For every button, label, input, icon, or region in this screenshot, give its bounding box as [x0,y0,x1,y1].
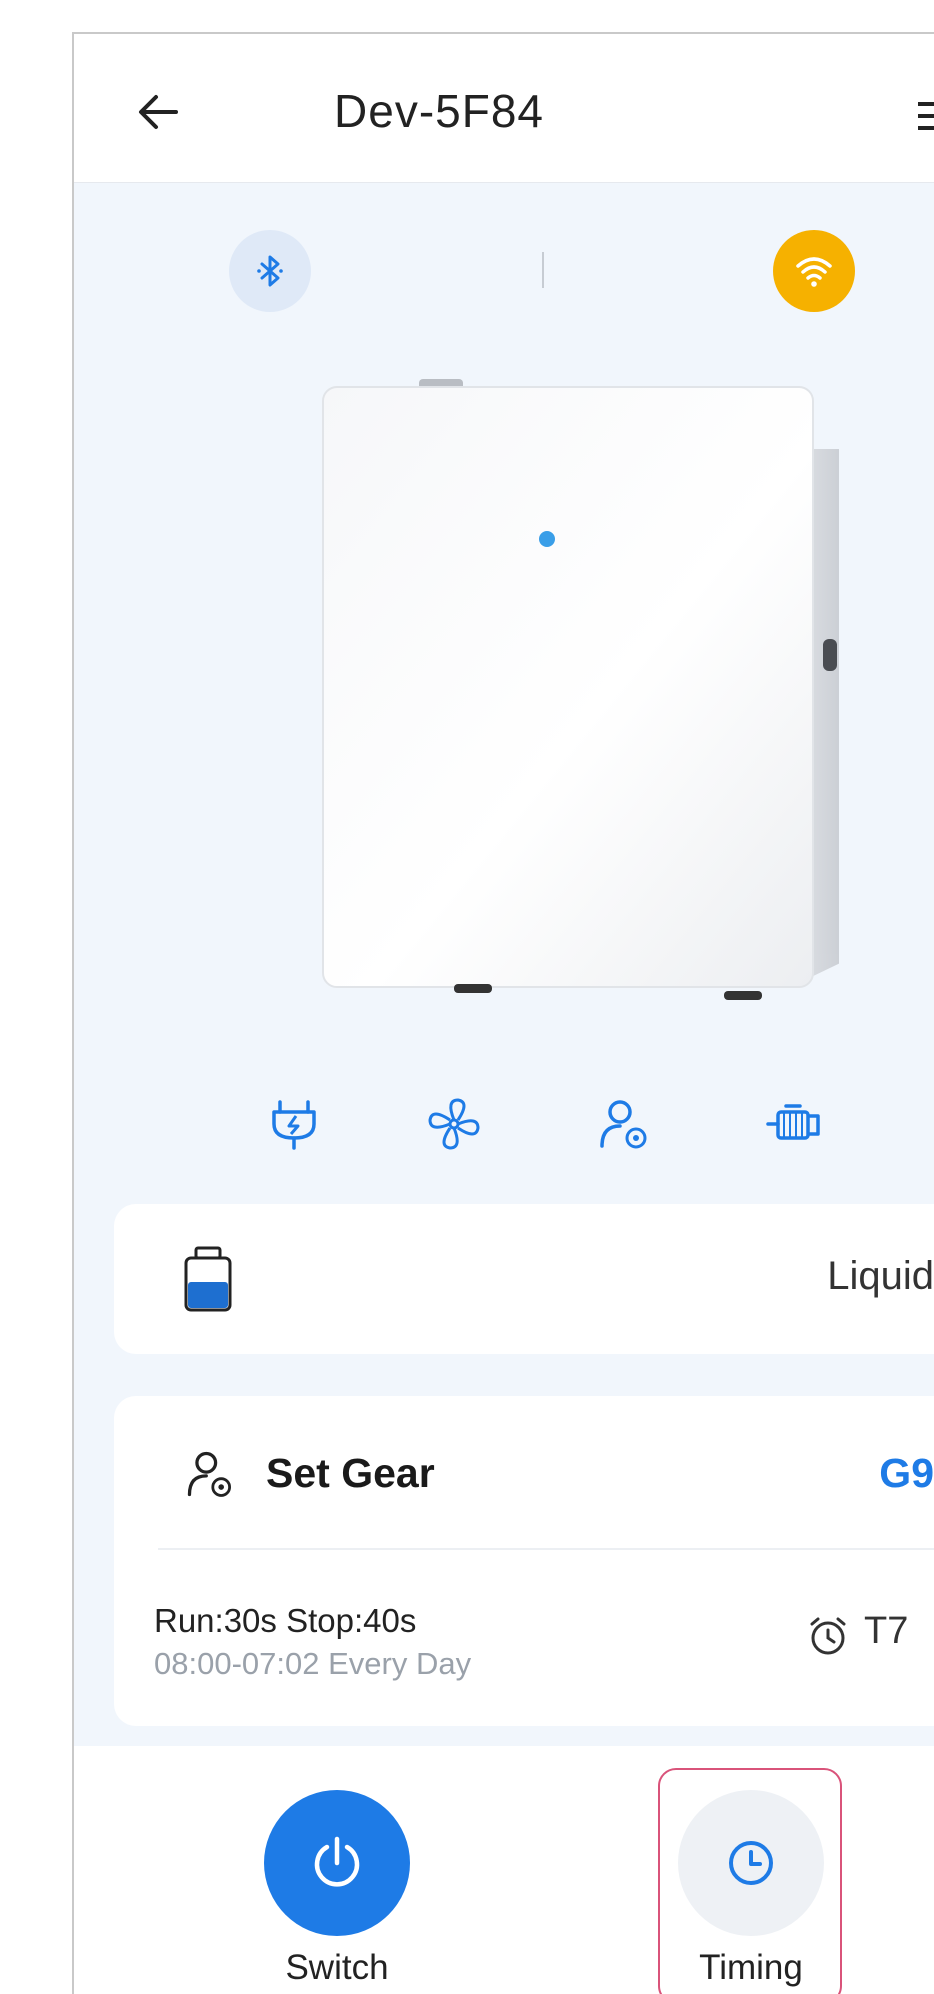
page-title: Dev-5F84 [334,85,544,137]
timing-button[interactable] [678,1790,824,1936]
user-settings-icon[interactable] [594,1094,654,1154]
clock-icon [729,1841,773,1885]
set-gear-title: Set Gear [266,1450,435,1496]
divider [158,1548,934,1550]
status-divider [542,252,544,288]
bluetooth-status[interactable] [229,230,311,312]
alarm-clock-icon [810,1617,846,1655]
liquid-card[interactable]: Liquid [114,1204,934,1354]
bottom-action-bar: Switch Timing [74,1746,934,1994]
pump-icon[interactable] [764,1094,824,1154]
gear-card: Set Gear G9 Run:30s Stop:40s 08:00-07:02… [114,1396,934,1726]
connection-status-row [74,230,934,320]
power-plug-icon[interactable] [264,1094,324,1154]
switch-button[interactable] [264,1790,410,1936]
schedule-text: 08:00-07:02 Every Day [154,1646,472,1681]
app-frame: Dev-5F84 Liquid Set Gear G9 Run:30s Stop… [72,32,934,1994]
liquid-bottle-icon [184,1246,232,1312]
power-icon [314,1836,360,1887]
user-settings-icon [187,1451,231,1497]
menu-icon[interactable] [914,96,934,136]
bluetooth-icon [257,255,283,287]
fan-icon[interactable] [424,1094,484,1154]
timing-label: Timing [699,1948,803,1987]
liquid-label: Liquid [827,1254,934,1298]
top-bar: Dev-5F84 [74,34,934,183]
feature-icons-row [74,1094,934,1164]
device-image [322,379,839,1000]
set-gear-row[interactable]: Set Gear G9 [114,1396,934,1546]
timer-label[interactable]: T7 [864,1610,908,1653]
gear-value: G9 [879,1450,934,1496]
wifi-status[interactable] [773,230,855,312]
run-stop-text: Run:30s Stop:40s [154,1602,417,1639]
wifi-icon [796,257,832,287]
switch-label: Switch [285,1948,389,1987]
